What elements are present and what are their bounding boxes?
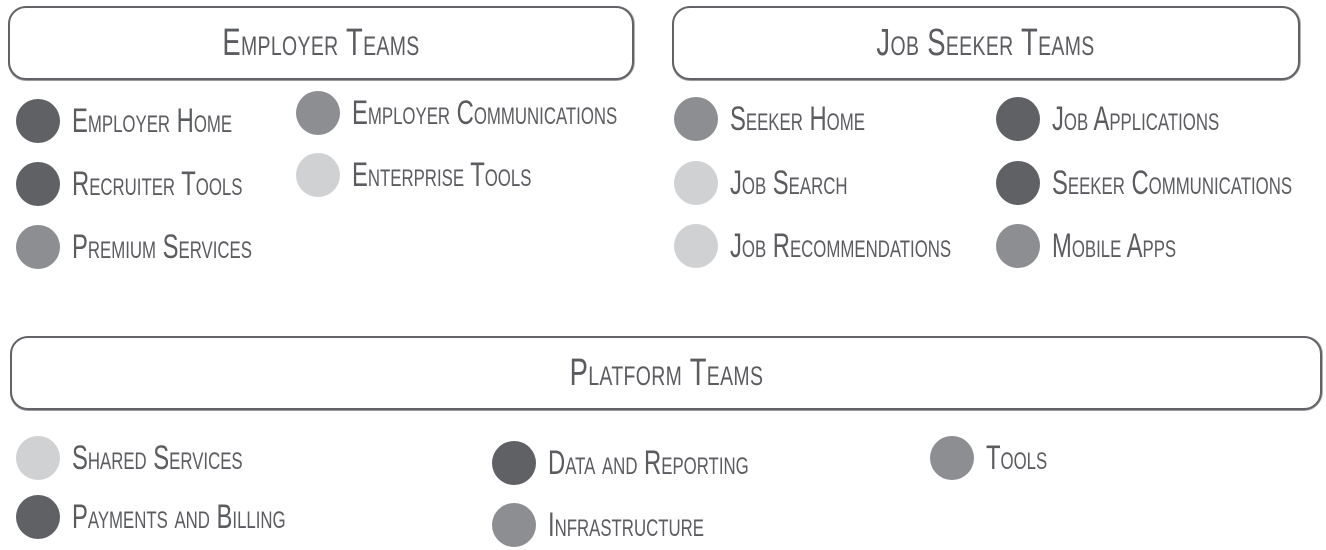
platform-teams-header: Platform Teams [10, 336, 1322, 410]
circle-icon [930, 436, 974, 480]
circle-icon [996, 224, 1040, 268]
legend-label: Shared Services [72, 438, 243, 477]
legend-item-payments-and-billing: Payments and Billing [16, 494, 377, 540]
employer-teams-title: Employer Teams [222, 21, 420, 64]
legend-item-recruiter-tools: Recruiter Tools [16, 161, 316, 207]
circle-icon [674, 161, 718, 205]
legend-label: Data and Reporting [548, 443, 749, 482]
job-seeker-teams-title: Job Seeker Teams [876, 21, 1096, 64]
legend-item-seeker-communications: Seeker Communications [996, 160, 1326, 206]
legend-label: Job Recommendations [730, 226, 952, 265]
legend-label: Enterprise Tools [352, 155, 532, 194]
legend-label: Seeker Home [730, 99, 865, 138]
circle-icon [674, 97, 718, 141]
circle-icon [296, 91, 340, 135]
legend-label: Premium Services [72, 227, 252, 266]
legend-label: Job Search [730, 163, 848, 202]
circle-icon [16, 225, 60, 269]
legend-label: Seeker Communications [1052, 163, 1293, 202]
legend-item-shared-services: Shared Services [16, 435, 316, 481]
legend-item-infrastructure: Infrastructure [492, 502, 771, 548]
legend-item-seeker-home: Seeker Home [674, 96, 923, 142]
circle-icon [492, 441, 536, 485]
legend-item-data-and-reporting: Data and Reporting [492, 440, 835, 486]
employer-teams-header: Employer Teams [8, 6, 634, 80]
legend-label: Employer Communications [352, 93, 618, 132]
legend-item-employer-home: Employer Home [16, 98, 301, 144]
legend-label: Mobile Apps [1052, 226, 1177, 265]
legend-label: Payments and Billing [72, 497, 286, 536]
circle-icon [674, 224, 718, 268]
legend-item-job-search: Job Search [674, 160, 898, 206]
circle-icon [16, 99, 60, 143]
circle-icon [296, 153, 340, 197]
legend-item-employer-communications: Employer Communications [296, 90, 731, 136]
legend-label: Employer Home [72, 101, 233, 140]
circle-icon [16, 436, 60, 480]
legend-item-tools: Tools [930, 435, 1073, 481]
platform-teams-title: Platform Teams [569, 351, 763, 394]
job-seeker-teams-header: Job Seeker Teams [672, 6, 1300, 80]
circle-icon [492, 503, 536, 547]
legend-item-premium-services: Premium Services [16, 224, 329, 270]
legend-label: Job Applications [1052, 99, 1220, 138]
circle-icon [996, 97, 1040, 141]
circle-icon [16, 162, 60, 206]
legend-item-enterprise-tools: Enterprise Tools [296, 152, 608, 198]
legend-label: Tools [986, 438, 1048, 477]
circle-icon [16, 495, 60, 539]
legend-label: Infrastructure [548, 505, 704, 544]
circle-icon [996, 161, 1040, 205]
legend-label: Recruiter Tools [72, 164, 243, 203]
legend-item-job-recommendations: Job Recommendations [674, 223, 1046, 269]
legend-item-job-applications: Job Applications [996, 96, 1291, 142]
legend-item-mobile-apps: Mobile Apps [996, 223, 1229, 269]
